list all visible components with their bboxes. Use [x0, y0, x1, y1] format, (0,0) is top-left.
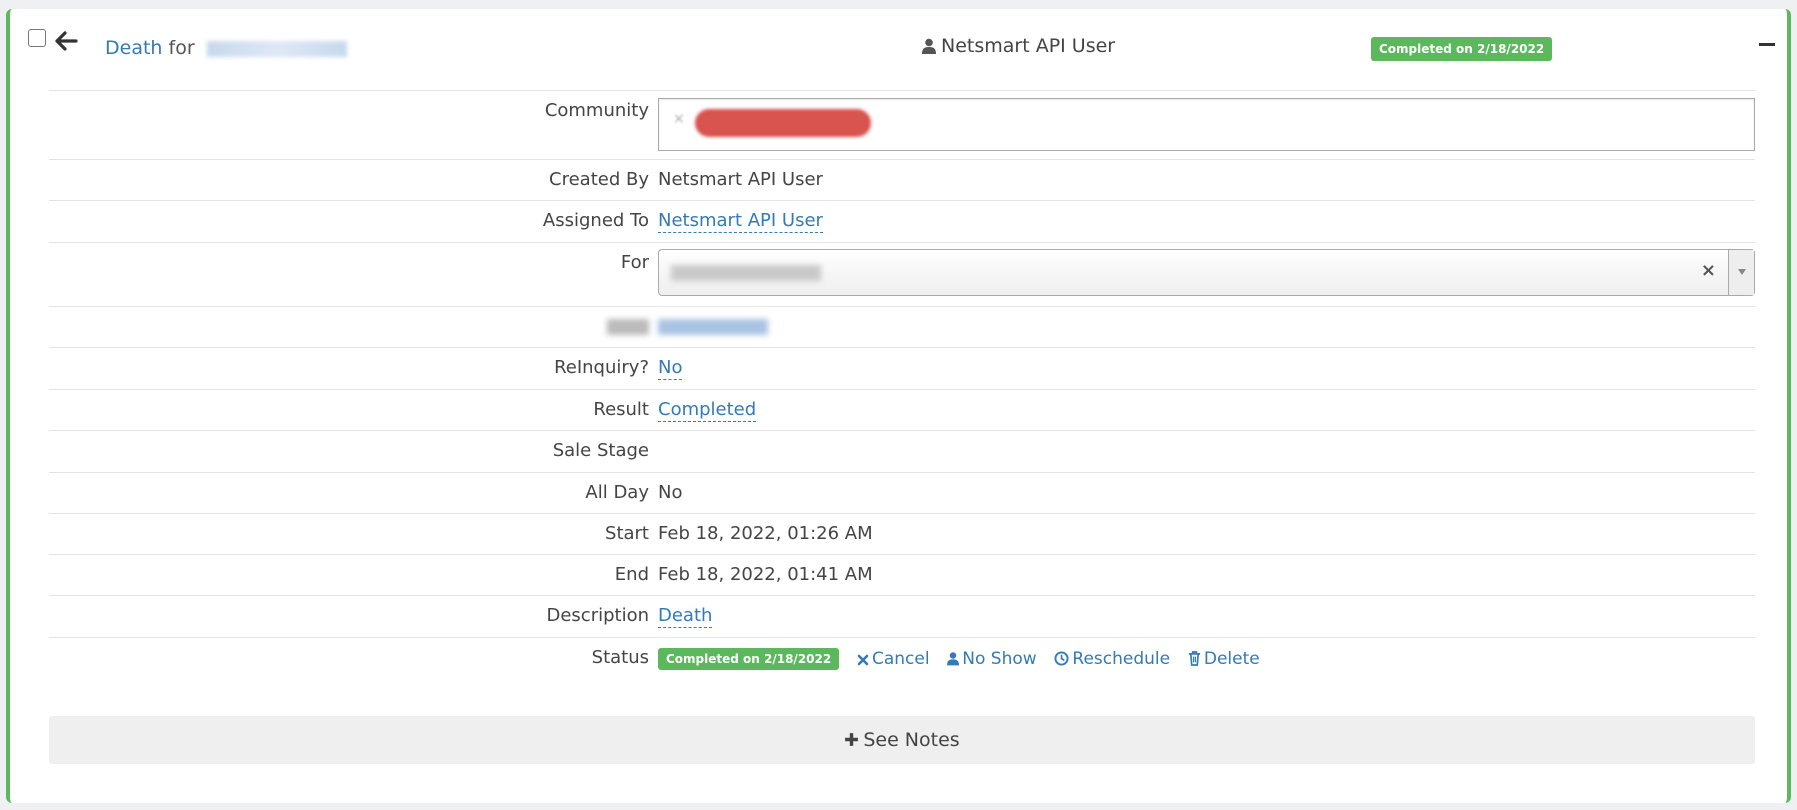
status-actions: Completed on 2/18/2022 Cancel No Show Re…: [658, 648, 1260, 670]
end-value: Feb 18, 2022, 01:41 AM: [658, 564, 873, 585]
result-label: Result: [593, 399, 649, 420]
end-label: End: [614, 564, 649, 585]
start-label: Start: [605, 523, 649, 544]
created-by-label: Created By: [549, 169, 649, 190]
reschedule-button[interactable]: Reschedule: [1054, 649, 1170, 669]
row-type: [49, 307, 1755, 348]
activity-type-link[interactable]: Death: [105, 37, 162, 59]
type-value-redacted[interactable]: [658, 319, 768, 335]
status-completed-badge: Completed on 2/18/2022: [658, 648, 840, 670]
panel-header: Death for Netsmart API User Completed on…: [10, 9, 1787, 79]
select-checkbox[interactable]: [28, 29, 46, 47]
status-label: Status: [591, 647, 649, 668]
row-community: Community ×: [49, 91, 1755, 160]
community-multiselect[interactable]: ×: [658, 98, 1755, 151]
created-by-value: Netsmart API User: [658, 169, 823, 190]
clock-icon: [1054, 651, 1069, 666]
delete-button[interactable]: Delete: [1188, 649, 1260, 669]
user-icon: [922, 38, 936, 54]
no-show-button[interactable]: No Show: [947, 649, 1037, 669]
see-notes-label: See Notes: [863, 729, 960, 751]
assigned-to-editable[interactable]: Netsmart API User: [658, 210, 823, 233]
reinquiry-editable[interactable]: No: [658, 357, 683, 380]
activity-title: Death for: [105, 37, 347, 59]
status-badge: Completed on 2/18/2022: [1371, 37, 1553, 61]
owner-name: Netsmart API User: [941, 35, 1116, 57]
trash-icon: [1188, 651, 1200, 666]
all-day-value: No: [658, 482, 683, 503]
row-all-day: All Day No: [49, 473, 1755, 514]
user-icon: [947, 652, 960, 666]
no-show-label: No Show: [962, 649, 1037, 669]
assigned-to-label: Assigned To: [542, 210, 649, 231]
activity-panel: Death for Netsmart API User Completed on…: [6, 9, 1791, 803]
reschedule-label: Reschedule: [1072, 649, 1171, 669]
for-select[interactable]: ×: [658, 249, 1755, 296]
sale-stage-label: Sale Stage: [552, 440, 649, 461]
title-for-word: for: [168, 37, 195, 59]
description-editable[interactable]: Death: [658, 605, 713, 628]
chevron-down-icon[interactable]: [1728, 250, 1754, 295]
row-description: Description Death: [49, 596, 1755, 638]
cancel-button[interactable]: Cancel: [857, 649, 930, 669]
arrow-left-icon[interactable]: [54, 29, 80, 53]
times-icon: [857, 654, 869, 666]
row-end: End Feb 18, 2022, 01:41 AM: [49, 555, 1755, 596]
for-select-redacted-value: [671, 265, 821, 281]
row-assigned-to: Assigned To Netsmart API User: [49, 201, 1755, 243]
result-editable[interactable]: Completed: [658, 399, 757, 422]
reinquiry-label: ReInquiry?: [554, 357, 649, 378]
row-for: For ×: [49, 243, 1755, 307]
row-created-by: Created By Netsmart API User: [49, 160, 1755, 201]
type-label-redacted: [607, 319, 649, 335]
community-label: Community: [544, 100, 649, 121]
description-label: Description: [546, 605, 649, 626]
start-value: Feb 18, 2022, 01:26 AM: [658, 523, 873, 544]
delete-label: Delete: [1203, 649, 1260, 669]
details-table: Community × Created By Netsmart API User…: [49, 90, 1755, 682]
see-notes-button[interactable]: See Notes: [49, 716, 1755, 764]
row-result: Result Completed: [49, 390, 1755, 431]
collapse-icon[interactable]: [1759, 43, 1775, 46]
owner-info: Netsmart API User: [922, 35, 1115, 57]
for-label: For: [620, 252, 649, 273]
row-sale-stage: Sale Stage: [49, 431, 1755, 473]
plus-icon: [845, 733, 859, 746]
clear-icon[interactable]: ×: [673, 111, 685, 127]
row-reinquiry: ReInquiry? No: [49, 348, 1755, 390]
cancel-label: Cancel: [871, 649, 930, 669]
redacted-contact-name[interactable]: [206, 40, 347, 57]
header-status-badge: Completed on 2/18/2022: [1371, 37, 1553, 61]
row-start: Start Feb 18, 2022, 01:26 AM: [49, 514, 1755, 555]
row-status: Status Completed on 2/18/2022 Cancel No …: [49, 638, 1755, 682]
close-icon[interactable]: ×: [1701, 260, 1716, 281]
community-tag-redacted[interactable]: [695, 109, 871, 137]
all-day-label: All Day: [585, 482, 649, 503]
